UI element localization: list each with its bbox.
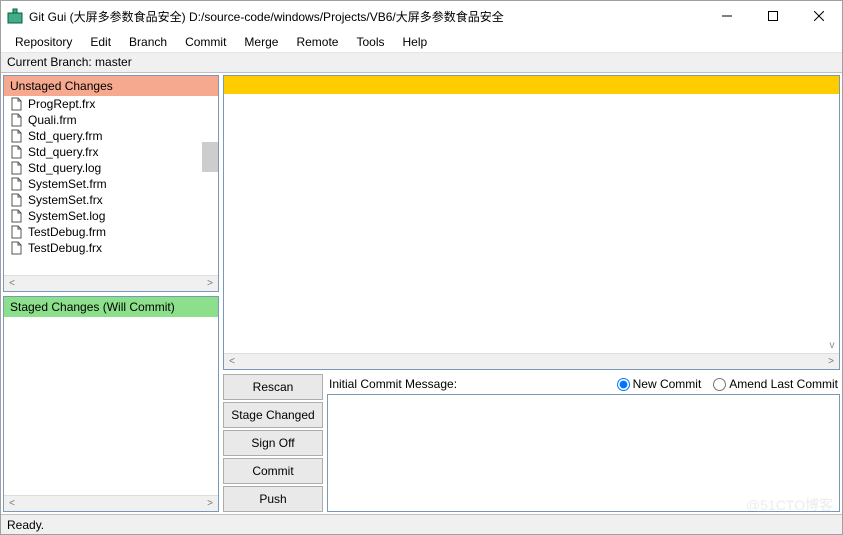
statusbar: Ready.	[1, 514, 842, 534]
file-name: TestDebug.frx	[28, 241, 102, 255]
minimize-button[interactable]	[704, 1, 750, 31]
titlebar: Git Gui (大屏多参数食品安全) D:/source-code/windo…	[1, 1, 842, 31]
staged-panel: Staged Changes (Will Commit) < >	[3, 296, 219, 513]
file-row[interactable]: Std_query.log	[4, 160, 218, 176]
file-row[interactable]: SystemSet.frm	[4, 176, 218, 192]
staged-file-list[interactable]	[4, 317, 218, 496]
diff-body[interactable]: v	[224, 94, 839, 353]
staged-hscroll[interactable]: < >	[4, 495, 218, 511]
button-column: Rescan Stage Changed Sign Off Commit Pus…	[223, 374, 323, 512]
file-row[interactable]: TestDebug.frm	[4, 224, 218, 240]
menu-tools[interactable]: Tools	[350, 33, 390, 51]
unstaged-file-list[interactable]: ProgRept.frx Quali.frm Std_query.frm Std_qu…	[4, 96, 218, 275]
file-row[interactable]: SystemSet.log	[4, 208, 218, 224]
scroll-right-icon[interactable]: >	[823, 354, 839, 369]
scrollbar-thumb[interactable]	[202, 142, 218, 172]
commit-type-radios: New Commit Amend Last Commit	[617, 377, 838, 391]
status-text: Ready.	[7, 518, 44, 532]
scroll-track[interactable]	[20, 496, 202, 511]
commit-message-label: Initial Commit Message:	[329, 377, 605, 391]
message-header: Initial Commit Message: New Commit Amend…	[327, 374, 840, 394]
branch-bar: Current Branch: master	[1, 53, 842, 73]
rescan-button[interactable]: Rescan	[223, 374, 323, 400]
unstaged-header: Unstaged Changes	[4, 76, 218, 96]
file-name: SystemSet.frx	[28, 193, 103, 207]
radio-new-commit[interactable]: New Commit	[617, 377, 702, 391]
diff-hscroll[interactable]: < >	[224, 353, 839, 369]
commit-area: Rescan Stage Changed Sign Off Commit Pus…	[223, 374, 840, 512]
app-icon	[7, 8, 23, 24]
scroll-left-icon[interactable]: <	[4, 276, 20, 291]
commit-button[interactable]: Commit	[223, 458, 323, 484]
file-row[interactable]: TestDebug.frx	[4, 240, 218, 256]
menu-help[interactable]: Help	[396, 33, 433, 51]
menubar: Repository Edit Branch Commit Merge Remo…	[1, 31, 842, 53]
file-row[interactable]: Std_query.frx	[4, 144, 218, 160]
unstaged-panel: Unstaged Changes ProgRept.frx Quali.frm St…	[3, 75, 219, 292]
radio-amend-label: Amend Last Commit	[729, 377, 838, 391]
file-name: SystemSet.frm	[28, 177, 107, 191]
file-name: Std_query.log	[28, 161, 101, 175]
left-column: Unstaged Changes ProgRept.frx Quali.frm St…	[3, 75, 219, 512]
file-name: ProgRept.frx	[28, 97, 95, 111]
scroll-track[interactable]	[20, 276, 202, 291]
file-name: SystemSet.log	[28, 209, 105, 223]
scroll-right-icon[interactable]: >	[202, 496, 218, 511]
scroll-left-icon[interactable]: <	[4, 496, 20, 511]
menu-remote[interactable]: Remote	[290, 33, 344, 51]
menu-merge[interactable]: Merge	[238, 33, 284, 51]
maximize-button[interactable]	[750, 1, 796, 31]
scroll-down-icon[interactable]: v	[825, 339, 839, 351]
staged-header: Staged Changes (Will Commit)	[4, 297, 218, 317]
window-title: Git Gui (大屏多参数食品安全) D:/source-code/windo…	[29, 8, 704, 25]
file-row[interactable]: Quali.frm	[4, 112, 218, 128]
right-column: v < > Rescan Stage Changed Sign Off Comm…	[223, 75, 840, 512]
file-row[interactable]: Std_query.frm	[4, 128, 218, 144]
radio-amend-input[interactable]	[713, 378, 726, 391]
file-row[interactable]: ProgRept.frx	[4, 96, 218, 112]
file-row[interactable]: SystemSet.frx	[4, 192, 218, 208]
file-name: Quali.frm	[28, 113, 77, 127]
close-button[interactable]	[796, 1, 842, 31]
scroll-track[interactable]	[240, 354, 823, 369]
scroll-left-icon[interactable]: <	[224, 354, 240, 369]
unstaged-hscroll[interactable]: < >	[4, 275, 218, 291]
scroll-right-icon[interactable]: >	[202, 276, 218, 291]
menu-edit[interactable]: Edit	[84, 33, 117, 51]
push-button[interactable]: Push	[223, 486, 323, 512]
sign-off-button[interactable]: Sign Off	[223, 430, 323, 456]
diff-panel: v < >	[223, 75, 840, 370]
file-name: Std_query.frx	[28, 145, 98, 159]
menu-repository[interactable]: Repository	[9, 33, 78, 51]
radio-new-label: New Commit	[633, 377, 702, 391]
commit-message-input[interactable]	[328, 395, 839, 511]
radio-new-input[interactable]	[617, 378, 630, 391]
menu-branch[interactable]: Branch	[123, 33, 173, 51]
menu-commit[interactable]: Commit	[179, 33, 232, 51]
commit-message-box	[327, 394, 840, 512]
diff-header	[224, 76, 839, 94]
radio-amend-commit[interactable]: Amend Last Commit	[713, 377, 838, 391]
file-name: Std_query.frm	[28, 129, 102, 143]
workarea: Unstaged Changes ProgRept.frx Quali.frm St…	[1, 73, 842, 514]
stage-changed-button[interactable]: Stage Changed	[223, 402, 323, 428]
file-name: TestDebug.frm	[28, 225, 106, 239]
message-column: Initial Commit Message: New Commit Amend…	[327, 374, 840, 512]
